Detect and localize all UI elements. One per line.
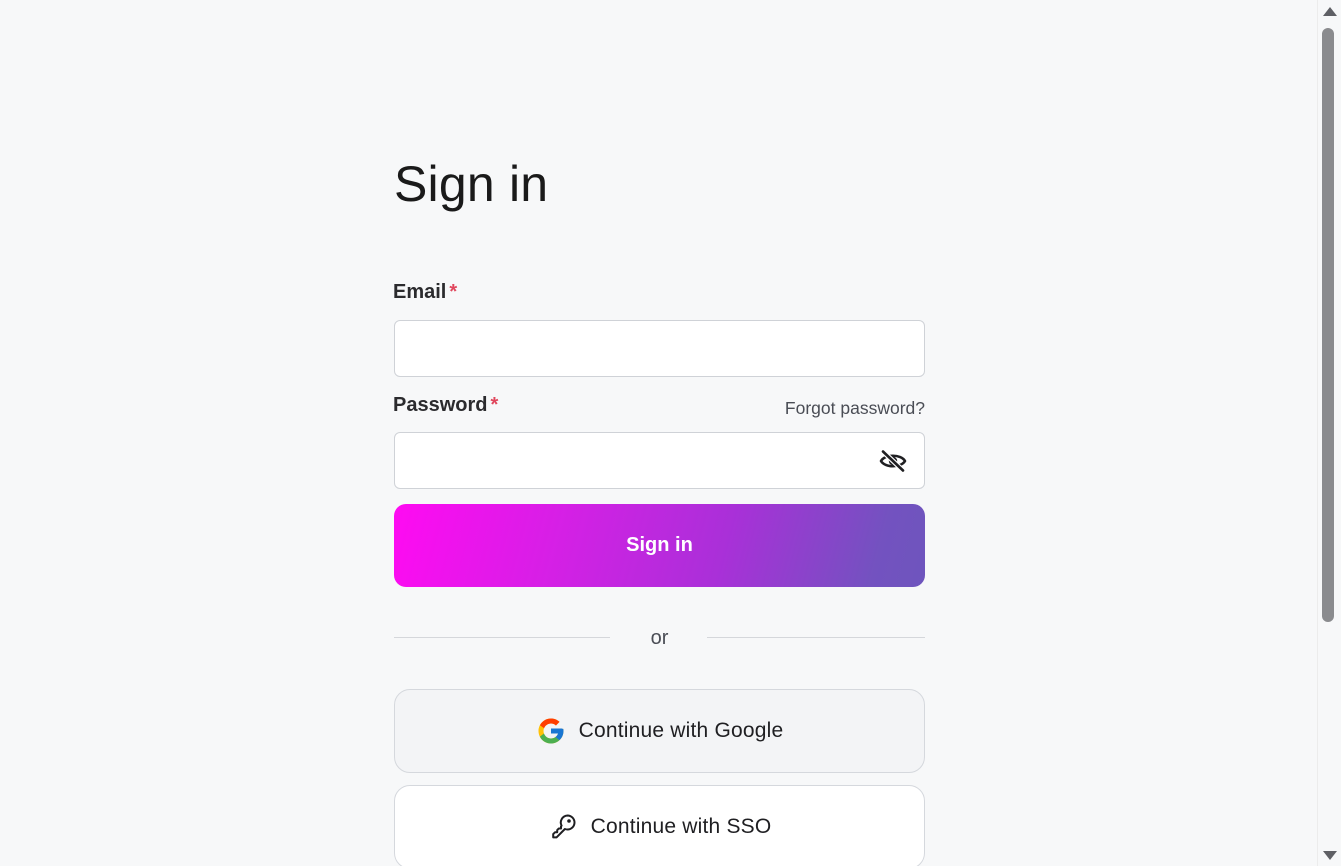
email-label-text: Email xyxy=(393,281,447,303)
google-button-label: Continue with Google xyxy=(578,719,784,742)
continue-with-sso-button[interactable]: Continue with SSO xyxy=(394,785,925,866)
scrollbar-thumb[interactable] xyxy=(1322,28,1334,622)
or-divider: or xyxy=(394,624,925,652)
sign-in-button[interactable]: Sign in xyxy=(394,504,925,587)
vertical-scrollbar[interactable] xyxy=(1317,0,1341,866)
password-field-container xyxy=(394,432,925,489)
page-title: Sign in xyxy=(394,156,549,212)
required-marker: * xyxy=(490,394,499,416)
email-field[interactable] xyxy=(395,321,924,376)
divider-line-right xyxy=(707,637,925,638)
scroll-up-arrow-icon[interactable] xyxy=(1323,7,1337,16)
password-field[interactable] xyxy=(395,433,924,488)
divider-text: or xyxy=(650,627,669,649)
sign-in-page: Sign in Email * Password * Forgot password… xyxy=(0,0,1318,866)
required-marker: * xyxy=(449,281,458,303)
continue-with-google-button[interactable]: Continue with Google xyxy=(394,689,925,773)
scroll-down-arrow-icon[interactable] xyxy=(1323,851,1337,860)
eye-off-icon[interactable] xyxy=(878,446,908,476)
sso-button-label: Continue with SSO xyxy=(590,815,772,838)
google-icon xyxy=(536,716,566,746)
forgot-password-link[interactable]: Forgot password? xyxy=(785,397,925,419)
password-label-text: Password xyxy=(393,394,488,416)
viewport: Sign in Email * Password * Forgot password… xyxy=(0,0,1341,866)
email-field-container xyxy=(394,320,925,377)
email-label: Email * xyxy=(393,280,457,304)
password-label: Password * xyxy=(393,393,498,417)
key-icon xyxy=(548,812,578,842)
